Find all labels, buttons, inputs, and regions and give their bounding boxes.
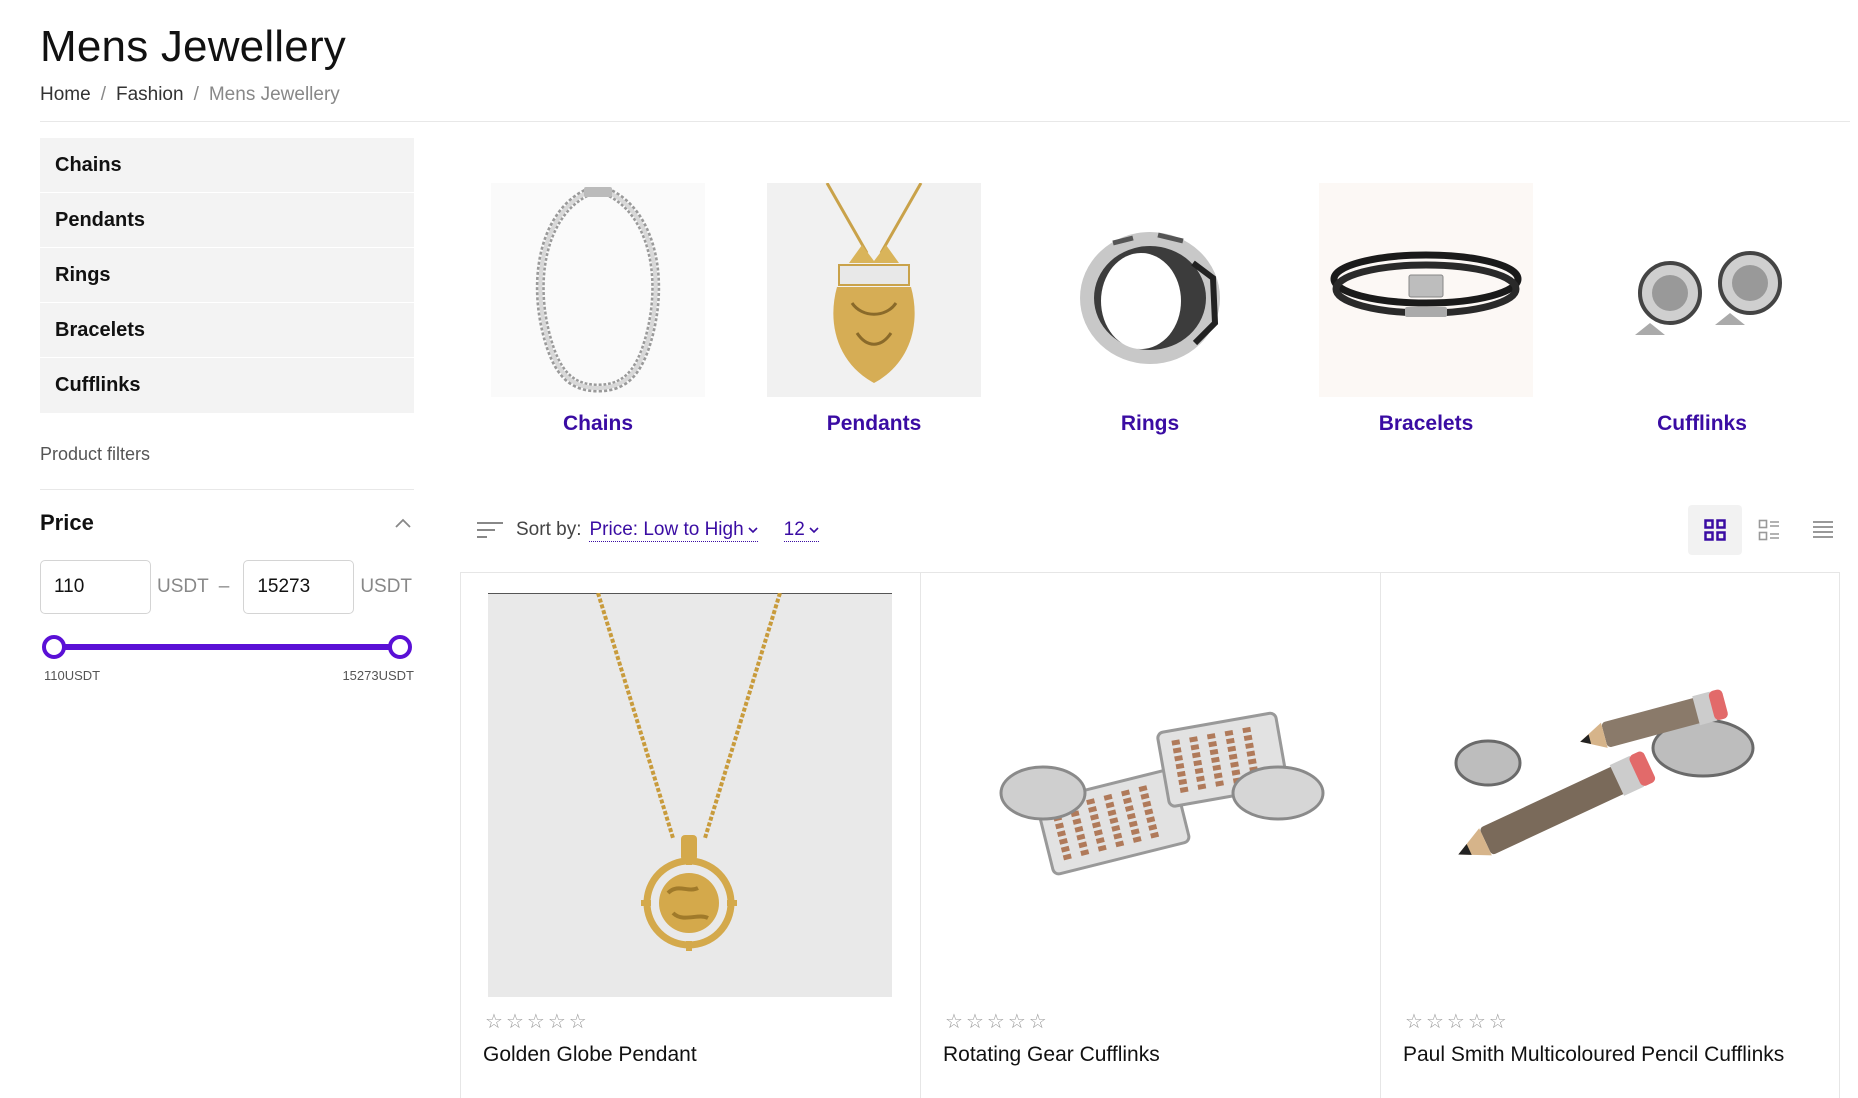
- per-page-dropdown[interactable]: 12: [783, 518, 819, 542]
- price-min-input[interactable]: [40, 560, 151, 614]
- price-range-dash: –: [218, 576, 230, 597]
- sidebar-item-chains[interactable]: Chains: [40, 138, 414, 193]
- breadcrumb-separator: /: [100, 84, 106, 105]
- price-max-input[interactable]: [243, 560, 355, 614]
- product-name[interactable]: Paul Smith Multicoloured Pencil Cufflink…: [1403, 1043, 1784, 1067]
- gold-globe-pendant-image[interactable]: [488, 593, 892, 997]
- chevron-up-icon[interactable]: [392, 512, 414, 534]
- star-icon: ☆: [485, 1011, 503, 1033]
- silver-chain-image[interactable]: [491, 183, 705, 397]
- view-switcher: [1688, 505, 1850, 555]
- star-icon: ☆: [547, 1011, 566, 1033]
- star-icon: ☆: [1028, 1011, 1047, 1033]
- sort-icon: [476, 520, 504, 540]
- sort-label: Sort by:: [516, 519, 582, 540]
- category-tile-rings[interactable]: Rings: [1012, 183, 1288, 436]
- product-name[interactable]: Rotating Gear Cufflinks: [943, 1043, 1160, 1067]
- star-icon: ☆: [986, 1011, 1005, 1033]
- price-max-unit: USDT: [360, 576, 413, 597]
- price-slider-track[interactable]: [54, 644, 400, 650]
- rating-stars: ☆ ☆ ☆ ☆ ☆: [1405, 1009, 1507, 1034]
- breadcrumb-home[interactable]: Home: [40, 84, 91, 106]
- pencil-cufflinks-image[interactable]: [1408, 593, 1812, 997]
- price-slider-max-label: 15273USDT: [342, 668, 414, 683]
- category-tile-label[interactable]: Cufflinks: [1657, 412, 1747, 436]
- sidebar-item-cufflinks[interactable]: Cufflinks: [40, 358, 414, 413]
- page-title: Mens Jewellery: [40, 22, 347, 71]
- category-tile-bracelets[interactable]: Bracelets: [1288, 183, 1564, 436]
- star-icon: ☆: [965, 1011, 984, 1033]
- price-filter-header[interactable]: Price: [40, 510, 414, 536]
- category-tile-cufflinks[interactable]: Cufflinks: [1564, 183, 1840, 436]
- sidebar-category-list: Chains Pendants Rings Bracelets Cufflink…: [40, 138, 414, 413]
- product-card[interactable]: ☆ ☆ ☆ ☆ ☆ Golden Globe Pendant: [460, 573, 920, 1098]
- grid-list-view-button[interactable]: [1742, 505, 1796, 555]
- grid-view-icon: [1704, 519, 1726, 541]
- list-view-icon: [1813, 521, 1833, 538]
- product-name[interactable]: Golden Globe Pendant: [483, 1043, 697, 1067]
- silver-cufflinks-image[interactable]: [1595, 183, 1809, 397]
- category-tile-label[interactable]: Rings: [1121, 412, 1179, 436]
- gold-lion-pendant-image[interactable]: [767, 183, 981, 397]
- page: Mens Jewellery Home / Fashion / Mens Jew…: [0, 0, 1858, 1098]
- star-icon: ☆: [568, 1011, 587, 1033]
- star-icon: ☆: [1425, 1011, 1444, 1033]
- breadcrumb-separator: /: [193, 84, 199, 105]
- sidebar-item-rings[interactable]: Rings: [40, 248, 414, 303]
- chevron-down-icon: [748, 526, 758, 533]
- sidebar-item-bracelets[interactable]: Bracelets: [40, 303, 414, 358]
- product-card[interactable]: ☆ ☆ ☆ ☆ ☆ Paul Smith Multicoloured Pencil Cu…: [1380, 573, 1840, 1098]
- chevron-down-icon: [809, 526, 819, 533]
- breadcrumb-fashion[interactable]: Fashion: [116, 84, 184, 106]
- star-icon: ☆: [1405, 1011, 1423, 1033]
- category-tile-label[interactable]: Chains: [563, 412, 633, 436]
- sort-dropdown-value: Price: Low to High: [589, 518, 744, 540]
- grid-list-view-icon: [1758, 519, 1779, 541]
- category-tile-chains[interactable]: Chains: [460, 183, 736, 436]
- star-icon: ☆: [945, 1011, 963, 1033]
- star-icon: ☆: [1488, 1011, 1507, 1033]
- listing-toolbar: Sort by: Price: Low to High 12: [476, 505, 1850, 555]
- product-card[interactable]: ☆ ☆ ☆ ☆ ☆ Rotating Gear Cufflinks: [920, 573, 1380, 1098]
- star-icon: ☆: [1467, 1011, 1486, 1033]
- list-view-button[interactable]: [1796, 505, 1850, 555]
- star-icon: ☆: [1007, 1011, 1026, 1033]
- price-slider-min-label: 110USDT: [44, 668, 101, 683]
- sidebar-item-pendants[interactable]: Pendants: [40, 193, 414, 248]
- price-range-inputs: USDT – USDT: [40, 560, 412, 614]
- category-tile-pendants[interactable]: Pendants: [736, 183, 1012, 436]
- star-icon: ☆: [526, 1011, 545, 1033]
- price-slider-labels: 110USDT 15273USDT: [44, 668, 414, 683]
- product-grid: ☆ ☆ ☆ ☆ ☆ Golden Globe Pendant ☆ ☆ ☆ ☆ ☆…: [460, 572, 1840, 1098]
- star-icon: ☆: [1446, 1011, 1465, 1033]
- per-page-value: 12: [783, 518, 805, 540]
- breadcrumb: Home / Fashion / Mens Jewellery: [40, 84, 340, 106]
- category-tile-label[interactable]: Bracelets: [1379, 412, 1474, 436]
- category-tile-label[interactable]: Pendants: [827, 412, 922, 436]
- gear-cufflinks-image[interactable]: [948, 593, 1352, 997]
- grid-view-button[interactable]: [1688, 505, 1742, 555]
- leather-bracelet-image[interactable]: [1319, 183, 1533, 397]
- filters-title: Product filters: [40, 444, 151, 464]
- filters-divider: [40, 489, 414, 490]
- price-slider-max-handle[interactable]: [388, 635, 412, 659]
- rating-stars: ☆ ☆ ☆ ☆ ☆: [485, 1009, 587, 1034]
- price-min-unit: USDT: [157, 576, 209, 597]
- category-tiles: Chains Pendants Rings Bracelets Cufflink…: [460, 183, 1850, 436]
- price-range-slider[interactable]: [40, 632, 414, 662]
- price-filter-label: Price: [40, 510, 94, 535]
- price-slider-min-handle[interactable]: [42, 635, 66, 659]
- breadcrumb-current: Mens Jewellery: [208, 84, 340, 105]
- header-divider: [40, 121, 1850, 122]
- silver-ring-image[interactable]: [1043, 183, 1257, 397]
- star-icon: ☆: [505, 1011, 524, 1033]
- sort-dropdown[interactable]: Price: Low to High: [589, 518, 758, 542]
- rating-stars: ☆ ☆ ☆ ☆ ☆: [945, 1009, 1047, 1034]
